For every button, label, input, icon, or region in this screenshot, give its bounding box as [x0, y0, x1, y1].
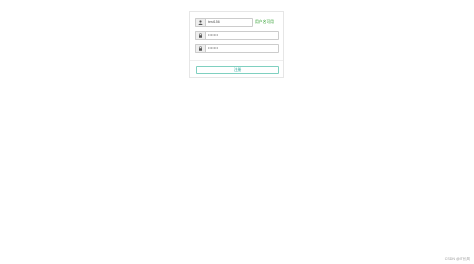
username-input[interactable]: test156 — [205, 18, 253, 27]
user-icon — [195, 18, 205, 27]
divider — [190, 60, 283, 61]
register-button[interactable]: 注册 — [196, 66, 279, 74]
watermark: CSDN @IT长风 — [444, 257, 470, 261]
confirm-password-row: ••••••• — [195, 44, 279, 53]
confirm-password-input[interactable]: ••••••• — [205, 44, 279, 53]
password-row: ••••••• — [195, 31, 279, 40]
lock-icon — [195, 31, 205, 40]
username-row: test156 用户名可用 — [195, 18, 274, 27]
lock-icon — [195, 44, 205, 53]
register-card: test156 用户名可用 ••••••• ••••••• 注册 — [189, 11, 284, 78]
username-status-text: 用户名可用 — [255, 20, 274, 24]
page: test156 用户名可用 ••••••• ••••••• 注册 CSDN @I… — [0, 0, 474, 264]
password-input[interactable]: ••••••• — [205, 31, 279, 40]
